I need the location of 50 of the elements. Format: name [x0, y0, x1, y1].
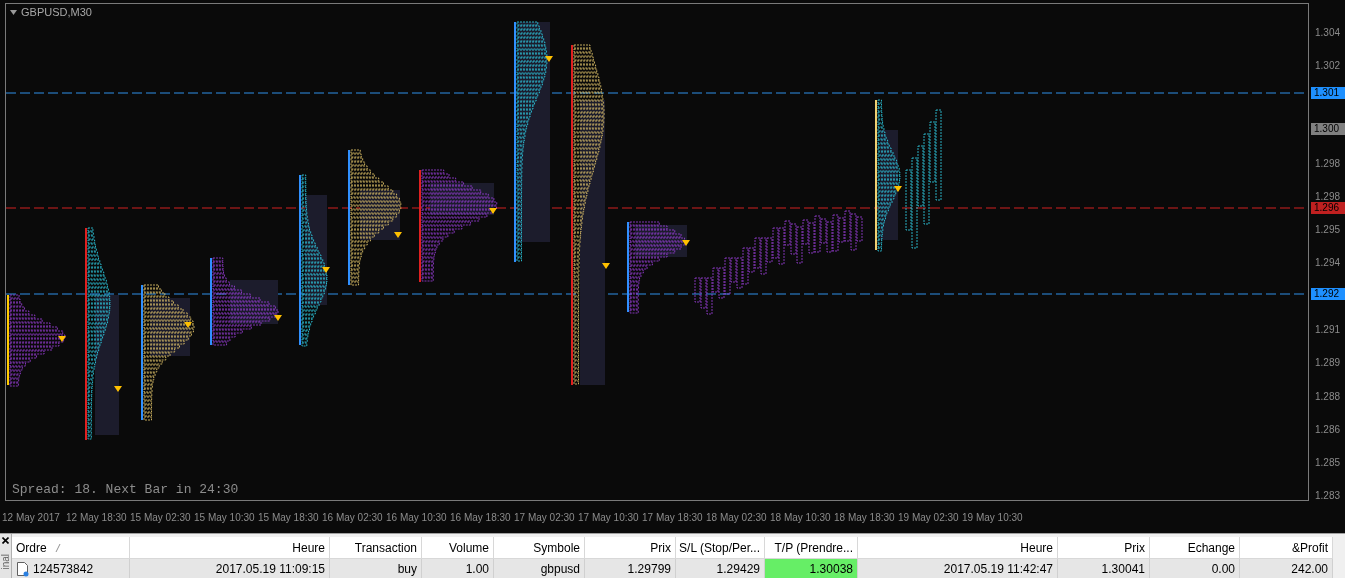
table-cell: 1.29799 — [585, 559, 676, 578]
current-price-badge: 1.301 — [1311, 87, 1345, 99]
time-label: 15 May 18:30 — [258, 511, 320, 525]
close-icon[interactable] — [2, 537, 9, 544]
time-label: 16 May 02:30 — [322, 511, 384, 525]
price-label: 1.289 — [1315, 357, 1341, 369]
current-price-badge: 1.296 — [1311, 202, 1345, 214]
price-label: 1.302 — [1315, 60, 1341, 72]
time-label: 12 May 2017 — [2, 511, 61, 525]
current-price-badge: 1.300 — [1311, 123, 1345, 135]
price-label: 1.291 — [1315, 324, 1341, 336]
price-label: 1.298 — [1315, 158, 1341, 170]
time-label: 19 May 10:30 — [962, 511, 1024, 525]
time-label: 16 May 10:30 — [386, 511, 448, 525]
table-cell: 1.30038 — [765, 559, 858, 578]
price-label: 1.288 — [1315, 391, 1341, 403]
time-label: 18 May 10:30 — [770, 511, 832, 525]
dropdown-arrow-icon[interactable] — [10, 9, 17, 15]
sort-icon — [54, 543, 61, 552]
time-label: 18 May 02:30 — [706, 511, 768, 525]
table-cell: 1.00 — [422, 559, 494, 578]
current-price-badge: 1.292 — [1311, 288, 1345, 300]
panel-title: inal — [0, 554, 11, 570]
price-label: 1.285 — [1315, 457, 1341, 469]
table-cell: gbpusd — [494, 559, 585, 578]
price-label: 1.295 — [1315, 224, 1341, 236]
price-label: 1.294 — [1315, 257, 1341, 269]
time-label: 17 May 10:30 — [578, 511, 640, 525]
time-label: 17 May 02:30 — [514, 511, 576, 525]
price-label: 1.304 — [1315, 27, 1341, 39]
price-label: 1.283 — [1315, 490, 1341, 502]
table-cell: 2017.05.19 11:09:15 — [130, 559, 330, 578]
table-cell: 0.00 — [1150, 559, 1240, 578]
time-label: 15 May 02:30 — [130, 511, 192, 525]
time-label: 16 May 18:30 — [450, 511, 512, 525]
time-label: 15 May 10:30 — [194, 511, 256, 525]
table-cell: 1.30041 — [1058, 559, 1150, 578]
price-label: 1.286 — [1315, 424, 1341, 436]
time-label: 12 May 18:30 — [66, 511, 128, 525]
time-label: 17 May 18:30 — [642, 511, 704, 525]
time-label: 19 May 02:30 — [898, 511, 960, 525]
table-cell: 2017.05.19 11:42:47 — [858, 559, 1058, 578]
chart-title: GBPUSD,M30 — [21, 5, 92, 20]
price-label: 1.298 — [1315, 191, 1341, 203]
document-icon — [16, 561, 29, 577]
time-label: 18 May 18:30 — [834, 511, 896, 525]
table-cell-text: 124573842 — [33, 561, 94, 578]
table-cell: 242.00 — [1240, 559, 1333, 578]
status-text: Spread: 18. Next Bar in 24:30 — [12, 482, 239, 498]
table-cell: buy — [330, 559, 422, 578]
